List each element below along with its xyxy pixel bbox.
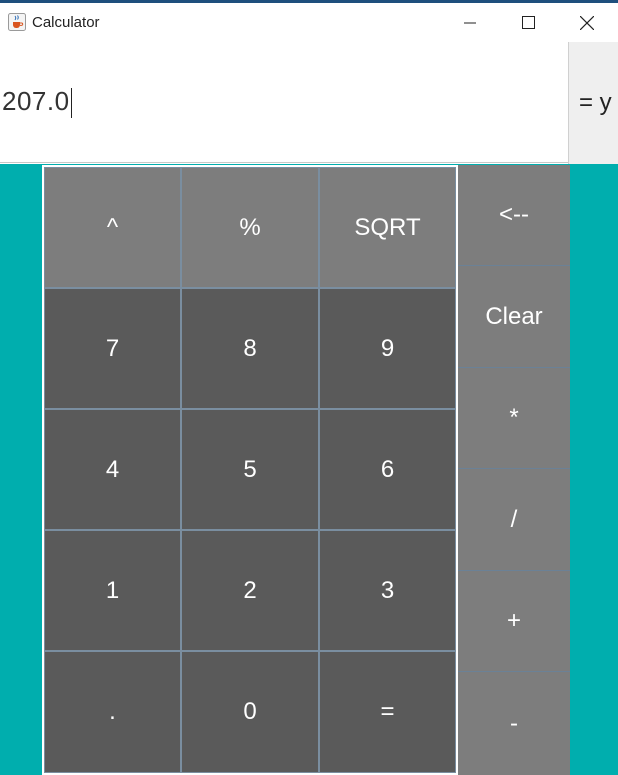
digit-7-button[interactable]: 7: [44, 288, 181, 409]
add-button[interactable]: +: [458, 571, 570, 672]
minimize-icon: [464, 17, 476, 29]
subtract-button[interactable]: -: [458, 672, 570, 775]
sqrt-button[interactable]: SQRT: [319, 167, 456, 288]
digit-8-button[interactable]: 8: [181, 288, 319, 409]
digit-5-button[interactable]: 5: [181, 409, 319, 530]
divide-button[interactable]: /: [458, 469, 570, 571]
backspace-button[interactable]: <--: [458, 165, 570, 266]
close-icon: [580, 15, 594, 30]
digit-1-button[interactable]: 1: [44, 530, 181, 651]
title-bar: Calculator: [0, 0, 618, 42]
minimize-button[interactable]: [447, 3, 493, 42]
maximize-icon: [521, 16, 535, 29]
percent-button[interactable]: %: [181, 167, 319, 288]
close-button[interactable]: [564, 3, 610, 42]
display-field[interactable]: 207.0: [0, 42, 568, 163]
java-cup-icon: [8, 13, 26, 31]
display-value-wrap: 207.0: [2, 86, 72, 119]
clear-button[interactable]: Clear: [458, 266, 570, 368]
display-value: 207.0: [2, 86, 70, 116]
digit-3-button[interactable]: 3: [319, 530, 456, 651]
digit-2-button[interactable]: 2: [181, 530, 319, 651]
digit-9-button[interactable]: 9: [319, 288, 456, 409]
equals-y-label: = y: [568, 42, 618, 164]
equals-y-text: = y: [579, 89, 612, 116]
digit-0-button[interactable]: 0: [181, 651, 319, 773]
power-button[interactable]: ^: [44, 167, 181, 288]
operator-column: <-- Clear * / + -: [458, 165, 570, 775]
multiply-button[interactable]: *: [458, 368, 570, 469]
window-title: Calculator: [32, 14, 100, 31]
equals-button[interactable]: =: [319, 651, 456, 773]
maximize-button[interactable]: [505, 3, 551, 42]
digit-6-button[interactable]: 6: [319, 409, 456, 530]
text-caret: [70, 88, 72, 119]
decimal-point-button[interactable]: .: [44, 651, 181, 773]
digit-4-button[interactable]: 4: [44, 409, 181, 530]
keypad: ^ % SQRT 7 8 9 4 5 6 1 2 3 . 0 =: [42, 165, 458, 775]
display-area: 207.0 = y: [0, 42, 618, 164]
